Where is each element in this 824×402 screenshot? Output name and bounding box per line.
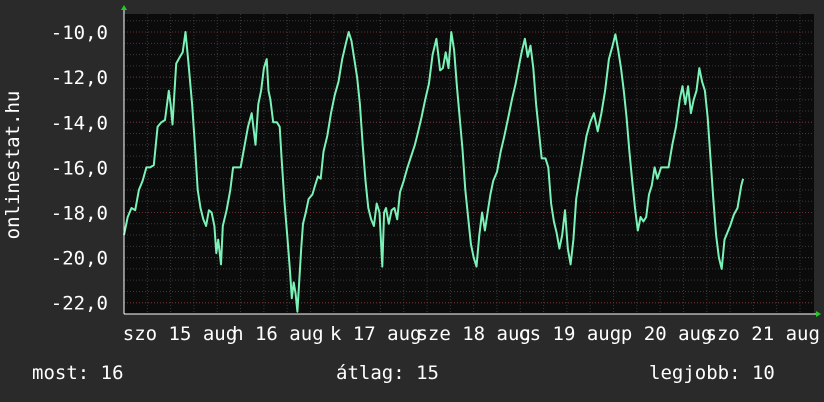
- temperature-line-chart: -10,0 -12,0 -14,0 -16,0 -18,0 -20,0 -22,0 szo …: [51, 5, 821, 345]
- y-tick-label: -18,0: [51, 202, 108, 224]
- x-axis-arrow: [816, 311, 821, 317]
- stat-current: most: 16: [32, 362, 124, 384]
- x-axis-tick-labels: szo 15 augh 16 aug k 17 augsze 18 augcs 1…: [123, 323, 820, 345]
- y-axis-arrow: [121, 5, 127, 10]
- y-tick-label: -10,0: [51, 22, 108, 44]
- stat-average: átlag: 15: [336, 362, 439, 384]
- y-axis-tick-labels: -10,0 -12,0 -14,0 -16,0 -18,0 -20,0 -22,0: [51, 22, 108, 315]
- y-tick-label: -16,0: [51, 157, 108, 179]
- x-tick-label: cs 19 aug: [518, 323, 621, 345]
- x-tick-label: szo 15 aug: [123, 323, 237, 345]
- x-tick-label: h 16 aug: [232, 323, 324, 345]
- x-tick-label: k 17 aug: [330, 323, 422, 345]
- y-tick-label: -12,0: [51, 67, 108, 89]
- x-tick-label: p 20 aug: [621, 323, 713, 345]
- stat-best: legjobb: 10: [649, 362, 775, 384]
- side-watermark-label: onlinestat.hu: [2, 90, 24, 240]
- y-tick-label: -22,0: [51, 293, 108, 315]
- x-tick-label: szo 21 aug: [706, 323, 820, 345]
- y-tick-label: -20,0: [51, 248, 108, 270]
- x-tick-label: sze 18 aug: [416, 323, 530, 345]
- y-tick-label: -14,0: [51, 112, 108, 134]
